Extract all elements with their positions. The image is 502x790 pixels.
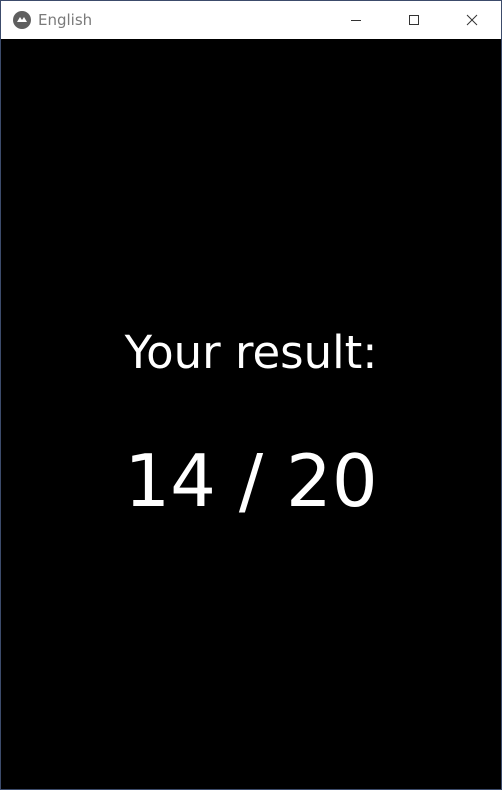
window-title: English <box>38 11 93 29</box>
minimize-button[interactable] <box>327 1 385 39</box>
maximize-icon <box>408 11 420 30</box>
app-window: English Your result: 14 / 20 <box>0 0 502 790</box>
app-icon <box>13 11 31 29</box>
maximize-button[interactable] <box>385 1 443 39</box>
minimize-icon <box>350 11 362 30</box>
result-label: Your result: <box>124 326 378 379</box>
close-icon <box>466 11 478 30</box>
result-score: 14 / 20 <box>124 439 378 523</box>
close-button[interactable] <box>443 1 501 39</box>
title-bar[interactable]: English <box>1 1 501 39</box>
result-screen: Your result: 14 / 20 <box>1 39 501 789</box>
